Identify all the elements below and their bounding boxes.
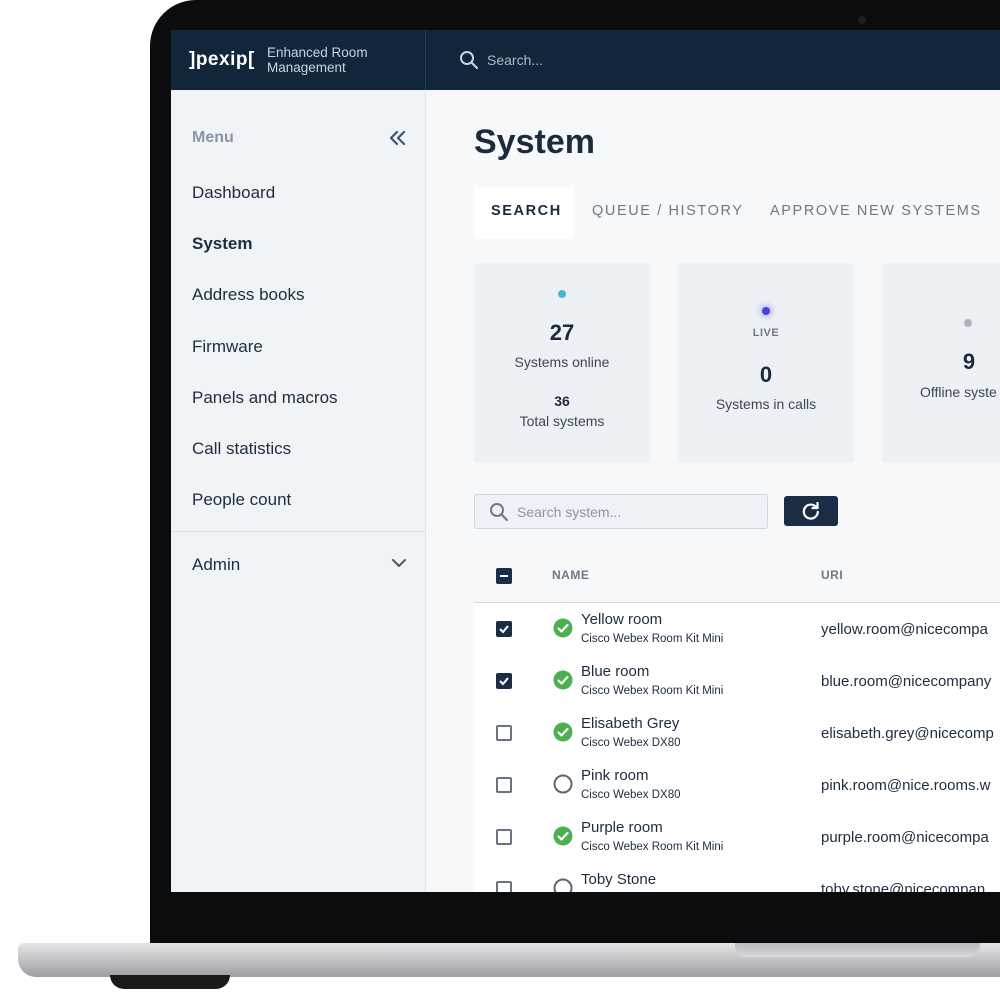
online-check-icon (553, 670, 573, 690)
stat-card-offline: 9 Offline syste (882, 263, 1000, 463)
system-name: Toby Stone (581, 871, 657, 888)
total-systems-label: Total systems (519, 413, 605, 429)
camera-dot (858, 16, 866, 24)
tab-approve-new-systems[interactable]: APPROVE NEW SYSTEMS (770, 203, 982, 219)
system-uri: pink.room@nice.rooms.w (821, 777, 991, 794)
check-icon (499, 625, 509, 634)
system-name: Yellow room (581, 611, 663, 628)
system-search-input[interactable]: Search system... (474, 494, 768, 529)
sidebar-divider (171, 531, 425, 532)
tab-queue-history[interactable]: QUEUE / HISTORY (592, 203, 744, 219)
system-model: Cisco Webex DX80 (581, 737, 681, 749)
column-header-name[interactable]: NAME (552, 568, 589, 582)
laptop-notch (735, 943, 980, 957)
systems-in-calls-count: 0 (759, 362, 773, 387)
sidebar-item-panels-and-macros[interactable]: Panels and macros (192, 388, 338, 408)
system-uri: elisabeth.grey@nicecomp (821, 725, 994, 742)
system-uri: purple.room@nicecompa (821, 829, 989, 846)
global-search-placeholder: Search... (487, 52, 544, 68)
search-icon (460, 51, 479, 70)
offline-status-dot (964, 319, 972, 327)
chevron-down-icon[interactable] (391, 558, 407, 568)
select-all-checkbox[interactable] (496, 568, 512, 584)
total-systems-count: 36 (554, 393, 570, 409)
system-model: Cisco Webex Room Kit Mini (581, 841, 724, 853)
offline-circle-icon (553, 774, 573, 794)
app-screen: ]pexip[ Enhanced Room Management Search.… (171, 30, 1000, 892)
online-check-icon (553, 722, 573, 742)
refresh-button[interactable] (784, 496, 838, 526)
table-row[interactable]: Purple room Cisco Webex Room Kit Mini pu… (474, 811, 1000, 864)
row-checkbox[interactable] (496, 829, 512, 845)
tab-search[interactable]: SEARCH (491, 203, 562, 219)
sidebar-item-address-books[interactable]: Address books (192, 285, 304, 305)
row-checkbox[interactable] (496, 777, 512, 793)
top-bar: ]pexip[ Enhanced Room Management Search.… (171, 30, 1000, 90)
page-title: System (474, 123, 595, 161)
menu-title: Menu (192, 129, 234, 146)
pexip-logo: ]pexip[ (189, 49, 255, 70)
check-icon (499, 677, 509, 686)
systems-online-label: Systems online (514, 354, 610, 370)
table-row[interactable]: Blue room Cisco Webex Room Kit Mini blue… (474, 655, 1000, 708)
brand: ]pexip[ Enhanced Room Management (171, 30, 426, 90)
system-uri: yellow.room@nicecompa (821, 621, 988, 638)
collapse-menu-icon[interactable] (389, 130, 407, 146)
sidebar-item-firmware[interactable]: Firmware (192, 337, 263, 357)
sidebar-item-call-statistics[interactable]: Call statistics (192, 439, 291, 459)
main-content: System SEARCH QUEUE / HISTORY APPROVE NE… (426, 90, 1000, 892)
system-uri: toby.stone@nicecompan (821, 881, 986, 892)
online-check-icon (553, 618, 573, 638)
stat-card-calls: LIVE 0 Systems in calls (678, 263, 854, 463)
sidebar-item-system[interactable]: System (192, 234, 252, 254)
system-uri: blue.room@nicecompany (821, 673, 992, 690)
system-model: Cisco Webex Room Kit Mini (581, 685, 724, 697)
global-search[interactable]: Search... (459, 50, 543, 72)
system-model: Cisco Webex DX80 (581, 789, 681, 801)
table-row[interactable]: Yellow room Cisco Webex Room Kit Mini ye… (474, 603, 1000, 656)
online-check-icon (553, 826, 573, 846)
live-tag: LIVE (752, 327, 780, 339)
row-checkbox[interactable] (496, 621, 512, 637)
offline-circle-icon (553, 878, 573, 892)
system-name: Blue room (581, 663, 650, 680)
sidebar-item-dashboard[interactable]: Dashboard (192, 183, 275, 203)
table-row[interactable]: Pink room Cisco Webex DX80 pink.room@nic… (474, 759, 1000, 812)
indeterminate-mark (500, 575, 508, 577)
offline-systems-label: Offline syste (920, 384, 997, 400)
row-checkbox[interactable] (496, 725, 512, 741)
refresh-icon (802, 501, 819, 520)
stat-card-online: 27 Systems online 36 Total systems (474, 263, 650, 463)
live-status-dot (762, 307, 770, 315)
systems-in-calls-label: Systems in calls (715, 396, 817, 412)
system-model: Cisco Webex Room Kit Mini (581, 633, 724, 645)
sidebar-item-people-count[interactable]: People count (192, 490, 291, 510)
systems-online-count: 27 (549, 320, 575, 345)
online-status-dot (558, 290, 566, 298)
system-name: Pink room (581, 767, 649, 784)
sidebar: Menu Dashboard System Address books Firm… (171, 90, 426, 892)
system-search-placeholder: Search system... (517, 504, 622, 520)
row-checkbox[interactable] (496, 881, 512, 892)
laptop-foot (110, 975, 230, 989)
sidebar-item-admin[interactable]: Admin (192, 555, 240, 575)
system-name: Elisabeth Grey (581, 715, 680, 732)
column-header-uri[interactable]: URI (821, 568, 843, 582)
row-checkbox[interactable] (496, 673, 512, 689)
app-name: Enhanced Room Management (267, 45, 368, 75)
offline-systems-count: 9 (962, 349, 976, 374)
search-icon (490, 503, 509, 522)
system-name: Purple room (581, 819, 663, 836)
table-row[interactable]: Elisabeth Grey Cisco Webex DX80 elisabet… (474, 707, 1000, 760)
table-row[interactable]: Toby Stone toby.stone@nicecompan (474, 863, 1000, 892)
